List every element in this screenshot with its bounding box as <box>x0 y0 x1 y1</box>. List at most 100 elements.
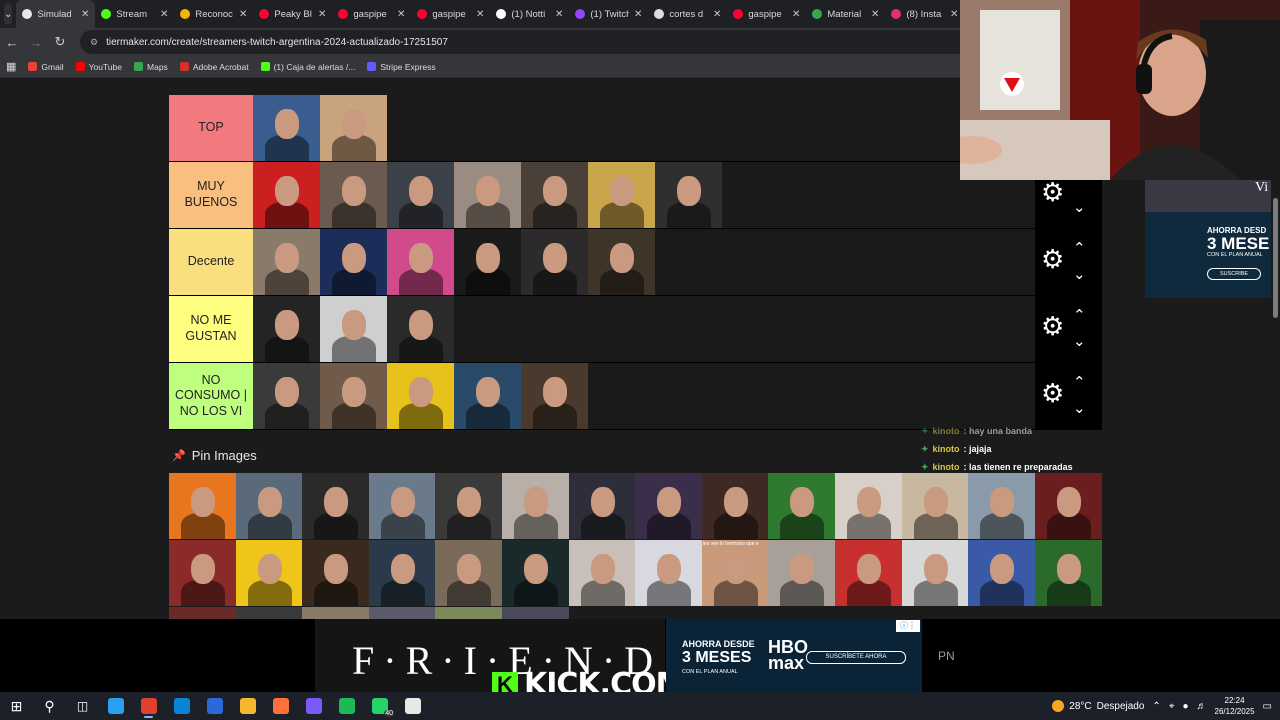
gear-icon[interactable]: ⚙ <box>1041 246 1065 272</box>
tab-close-icon[interactable]: ✕ <box>476 9 484 20</box>
pool-image[interactable] <box>368 540 436 606</box>
taskbar-app-icon[interactable] <box>396 692 429 720</box>
pool-image[interactable] <box>968 473 1036 539</box>
microphone-icon[interactable]: ● <box>1182 701 1188 712</box>
pool-image[interactable] <box>435 607 503 619</box>
browser-tab[interactable]: cortes d ✕ <box>648 0 727 28</box>
pool-image[interactable] <box>968 540 1036 606</box>
pool-image[interactable] <box>568 540 636 606</box>
tier-item-image[interactable] <box>320 229 387 295</box>
tab-close-icon[interactable]: ✕ <box>160 9 168 20</box>
pool-image[interactable] <box>835 473 902 539</box>
tier-item-image[interactable] <box>387 296 454 362</box>
browser-tab[interactable]: (1) Twitch ✕ <box>569 0 648 28</box>
gear-icon[interactable]: ⚙ <box>1041 313 1065 339</box>
move-down-chevron-icon[interactable]: ⌄ <box>1073 399 1086 417</box>
weather-widget[interactable]: 28°C Despejado <box>1052 700 1144 712</box>
tier-item-image[interactable] <box>387 229 454 295</box>
move-down-chevron-icon[interactable]: ⌄ <box>1073 332 1086 350</box>
hbo-max-ad[interactable]: AHORRA DESDE 3 MESES CON EL PLAN ANUAL H… <box>666 619 922 692</box>
tier-item-image[interactable] <box>387 162 454 228</box>
network-icon[interactable]: ⌖ <box>1169 701 1175 712</box>
taskbar-app-icon[interactable] <box>132 692 165 720</box>
pool-image[interactable] <box>302 473 370 539</box>
tier-item-image[interactable] <box>454 162 521 228</box>
browser-tab[interactable]: Material ✕ <box>806 0 885 28</box>
tier-label[interactable]: Decente <box>169 229 253 295</box>
move-up-chevron-icon[interactable]: ⌃ <box>1073 306 1086 324</box>
pool-image[interactable] <box>368 473 436 539</box>
pool-image[interactable] <box>568 473 636 539</box>
pool-image[interactable] <box>435 540 503 606</box>
notifications-icon[interactable]: ▭ <box>1263 701 1272 712</box>
pool-image[interactable] <box>302 607 370 619</box>
tier-item-image[interactable] <box>454 363 521 429</box>
tier-item-image[interactable] <box>387 363 454 429</box>
pool-image[interactable] <box>901 540 969 606</box>
pool-image[interactable] <box>1034 473 1102 539</box>
taskbar-app-icon[interactable]: 40 <box>363 692 396 720</box>
tier-item-image[interactable] <box>521 363 588 429</box>
move-up-chevron-icon[interactable]: ⌃ <box>1073 373 1086 391</box>
browser-tab[interactable]: gaspipe ✕ <box>411 0 490 28</box>
taskbar-app-icon[interactable] <box>99 692 132 720</box>
clock[interactable]: 22:24 26/12/2025 <box>1215 695 1255 717</box>
tab-close-icon[interactable]: ✕ <box>239 9 247 20</box>
forward-button[interactable]: → <box>24 35 48 50</box>
pool-image[interactable] <box>302 540 370 606</box>
tab-close-icon[interactable]: ✕ <box>792 9 800 20</box>
ad-choices-icon[interactable]: ⓘ⋮ <box>896 620 920 632</box>
move-down-chevron-icon[interactable]: ⌄ <box>1073 198 1086 216</box>
pool-image[interactable] <box>701 473 769 539</box>
tab-close-icon[interactable]: ✕ <box>318 9 326 20</box>
pool-image[interactable] <box>1034 540 1102 606</box>
tier-label[interactable]: NO ME GUSTAN <box>169 296 253 362</box>
site-info-icon[interactable]: ⚙ <box>90 37 98 48</box>
gear-icon[interactable]: ⚙ <box>1041 179 1065 205</box>
speaker-icon[interactable]: ♬ <box>1197 701 1207 712</box>
pool-image[interactable] <box>502 607 569 619</box>
taskbar-app-icon[interactable] <box>330 692 363 720</box>
tier-item-image[interactable] <box>655 162 722 228</box>
tab-search-button[interactable]: ⌄ <box>4 3 13 25</box>
tab-close-icon[interactable]: ✕ <box>950 9 958 20</box>
browser-tab[interactable]: (1) Notti ✕ <box>490 0 569 28</box>
pool-image[interactable] <box>768 473 836 539</box>
pool-image[interactable] <box>635 540 703 606</box>
ad-subscribe-button[interactable]: SUSCRIBE <box>1207 268 1261 280</box>
browser-tab[interactable]: Stream ✕ <box>95 0 174 28</box>
tab-close-icon[interactable]: ✕ <box>871 9 879 20</box>
tier-item-image[interactable] <box>253 363 320 429</box>
tier-item-image[interactable] <box>253 229 320 295</box>
tier-item-image[interactable] <box>588 229 655 295</box>
page-scrollbar[interactable] <box>1271 180 1280 620</box>
address-bar[interactable]: ⚙ tiermaker.com/create/streamers-twitch-… <box>80 30 960 54</box>
tab-close-icon[interactable]: ✕ <box>634 9 642 20</box>
tier-item-image[interactable] <box>253 95 320 161</box>
pool-image[interactable] <box>435 473 503 539</box>
tier-label[interactable]: NO CONSUMO | NO LOS VI <box>169 363 253 429</box>
pool-image[interactable] <box>169 473 236 539</box>
tier-label[interactable]: MUY BUENOS <box>169 162 253 228</box>
taskbar-app-icon[interactable] <box>297 692 330 720</box>
browser-tab[interactable]: gaspipe ✕ <box>727 0 806 28</box>
pool-image[interactable] <box>169 607 236 619</box>
move-down-chevron-icon[interactable]: ⌄ <box>1073 265 1086 283</box>
pool-image[interactable] <box>235 473 303 539</box>
taskbar-app-icon[interactable] <box>165 692 198 720</box>
pool-image[interactable] <box>502 540 569 606</box>
bookmark-item[interactable]: Stripe Express <box>367 62 436 72</box>
pool-image[interactable] <box>502 473 569 539</box>
start-button[interactable]: ⊞ <box>0 692 33 720</box>
bookmark-item[interactable]: (1) Caja de alertas /... <box>260 62 355 72</box>
move-up-chevron-icon[interactable]: ⌃ <box>1073 239 1086 257</box>
apps-grid-icon[interactable]: ▦ <box>6 60 16 73</box>
tray-chevron-icon[interactable]: ⌃ <box>1152 701 1160 712</box>
bookmark-item[interactable]: Maps <box>134 62 168 72</box>
taskbar-app-icon[interactable] <box>264 692 297 720</box>
search-icon[interactable]: ⚲ <box>33 692 66 720</box>
pool-image[interactable] <box>901 473 969 539</box>
tier-item-image[interactable] <box>454 229 521 295</box>
task-view-icon[interactable]: ◫ <box>66 692 99 720</box>
side-advertisement[interactable]: Vi AHORRA DESD 3 MESE CON EL PLAN ANUAL … <box>1145 180 1271 298</box>
